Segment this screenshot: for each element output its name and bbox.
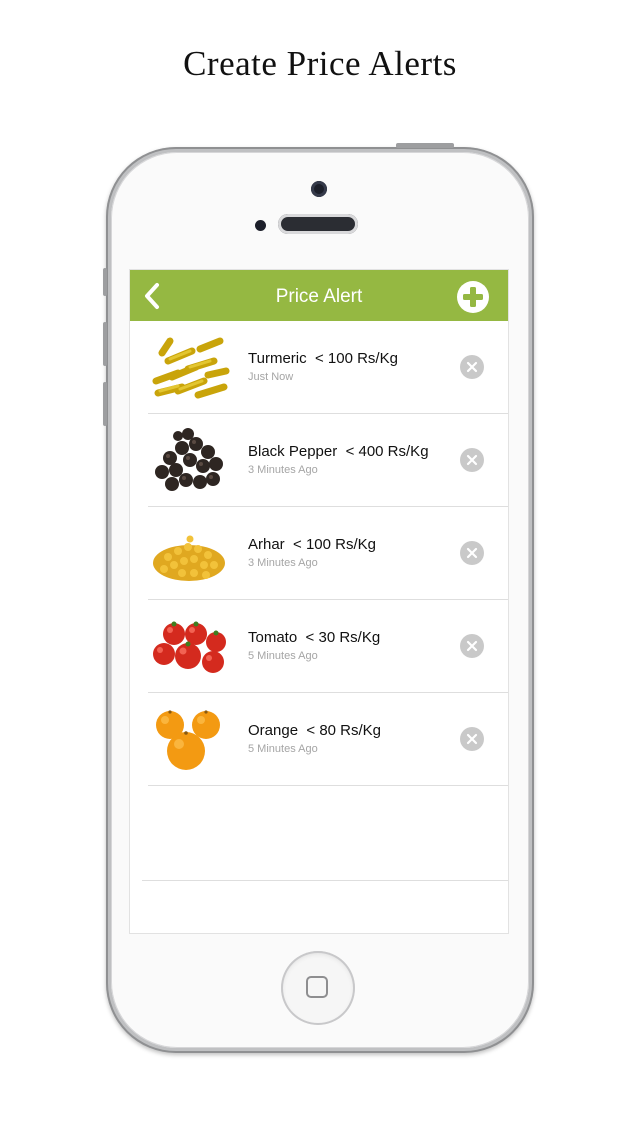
page-caption: Create Price Alerts xyxy=(183,44,457,83)
alert-time: 5 Minutes Ago xyxy=(248,743,318,755)
power-button xyxy=(396,143,454,148)
volume-down-button xyxy=(103,382,107,426)
front-camera xyxy=(311,181,327,197)
alert-time: 5 Minutes Ago xyxy=(248,650,318,662)
list-item[interactable]: Tomato < 30 Rs/Kg 5 Minutes Ago xyxy=(130,600,508,693)
black-pepper-thumbnail xyxy=(155,428,223,491)
close-circle-icon[interactable] xyxy=(460,541,484,565)
nav-bar: Price Alert xyxy=(130,270,508,321)
orange-thumbnail xyxy=(156,710,220,770)
mute-switch xyxy=(103,268,107,296)
alert-title: Arhar < 100 Rs/Kg xyxy=(248,536,376,553)
earpiece-speaker xyxy=(278,214,358,234)
arhar-thumbnail xyxy=(153,535,225,581)
close-circle-icon[interactable] xyxy=(460,634,484,658)
empty-row-divider xyxy=(142,880,508,881)
alert-time: 3 Minutes Ago xyxy=(248,464,318,476)
turmeric-thumbnail xyxy=(152,337,230,399)
volume-up-button xyxy=(103,322,107,366)
alert-title: Orange < 80 Rs/Kg xyxy=(248,722,382,739)
app-screen: Price Alert Turmeric < 100 Rs/Kg Just No… xyxy=(130,270,508,933)
close-circle-icon[interactable] xyxy=(460,355,484,379)
list-item[interactable]: Orange < 80 Rs/Kg 5 Minutes Ago xyxy=(130,693,508,786)
chevron-left-icon[interactable] xyxy=(140,281,166,311)
alert-title: Turmeric < 100 Rs/Kg xyxy=(248,350,398,367)
plus-circle-icon[interactable] xyxy=(457,281,489,313)
home-button[interactable] xyxy=(281,951,355,1025)
alert-title: Black Pepper < 400 Rs/Kg xyxy=(248,443,429,460)
nav-title: Price Alert xyxy=(275,286,363,307)
alert-title: Tomato < 30 Rs/Kg xyxy=(248,629,381,646)
list-item[interactable]: Turmeric < 100 Rs/Kg Just Now xyxy=(130,321,508,414)
home-square-icon xyxy=(306,976,328,998)
tomato-thumbnail xyxy=(153,621,226,673)
close-circle-icon[interactable] xyxy=(460,727,484,751)
proximity-sensor xyxy=(255,220,266,231)
list-item[interactable]: Black Pepper < 400 Rs/Kg 3 Minutes Ago xyxy=(130,414,508,507)
row-divider xyxy=(148,785,508,786)
alert-time: 3 Minutes Ago xyxy=(248,557,318,569)
close-circle-icon[interactable] xyxy=(460,448,484,472)
alert-time: Just Now xyxy=(248,371,294,383)
list-item[interactable]: Arhar < 100 Rs/Kg 3 Minutes Ago xyxy=(130,507,508,600)
